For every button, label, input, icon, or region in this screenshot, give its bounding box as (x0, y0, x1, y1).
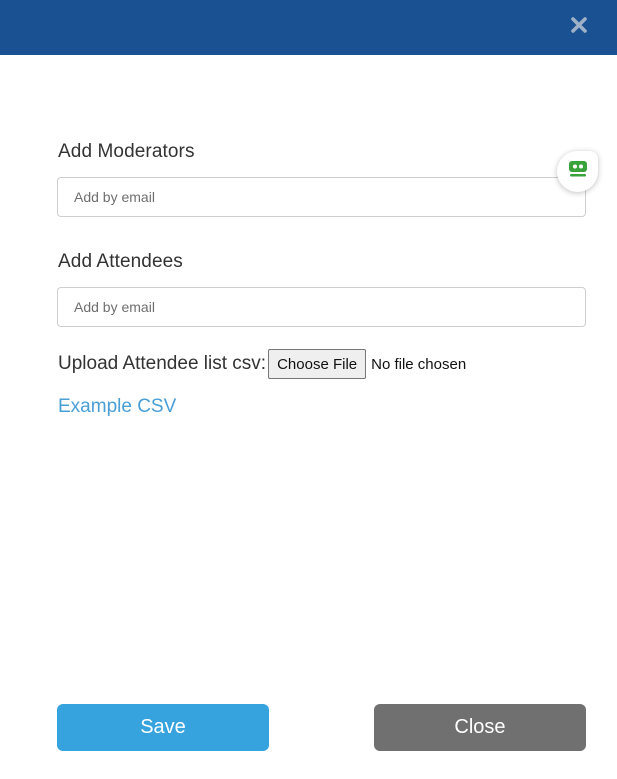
attendees-label: Add Attendees (58, 251, 183, 272)
dialog-header (0, 0, 617, 55)
upload-label: Upload Attendee list csv: (58, 353, 267, 374)
attendees-email-input[interactable] (57, 287, 586, 327)
example-csv-link[interactable]: Example CSV (58, 396, 176, 418)
upload-row: Upload Attendee list csv: Choose File No… (58, 349, 466, 379)
file-status: No file chosen (371, 355, 467, 373)
save-button[interactable]: Save (57, 704, 269, 751)
moderators-label: Add Moderators (58, 141, 195, 162)
robot-icon (567, 159, 589, 184)
assistant-widget[interactable] (557, 151, 598, 192)
moderators-email-input[interactable] (57, 177, 586, 217)
choose-file-button[interactable]: Choose File (268, 349, 367, 379)
close-icon[interactable] (569, 15, 589, 35)
close-button[interactable]: Close (374, 704, 586, 751)
